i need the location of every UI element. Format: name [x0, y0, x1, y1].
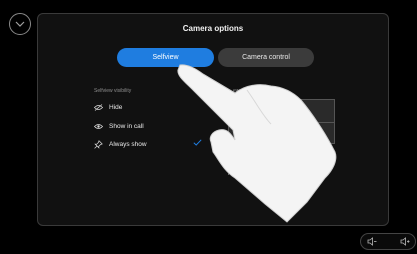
- volume-down-icon[interactable]: [367, 237, 377, 246]
- panel-title: Camera options: [182, 24, 244, 33]
- tab-camera-control[interactable]: Camera control: [218, 48, 314, 67]
- tab-selfview-label: Selfview: [152, 54, 179, 61]
- eye-icon: [94, 123, 103, 129]
- option-hide-label: Hide: [109, 103, 123, 111]
- back-button[interactable]: [9, 13, 31, 35]
- option-show-in-call-label: Show in call: [109, 122, 144, 130]
- option-show-in-call[interactable]: Show in call: [94, 121, 144, 131]
- volume-up-icon[interactable]: [400, 237, 410, 246]
- selfview-visibility-label: Selfview visibility: [94, 88, 132, 94]
- camera-options-panel: Camera options Selfview Camera control S…: [37, 13, 389, 226]
- option-always-show[interactable]: Always show: [94, 139, 147, 149]
- eye-off-icon: [94, 103, 103, 111]
- check-icon: [193, 139, 202, 146]
- position-option[interactable]: [228, 122, 335, 144]
- tab-camera-control-label: Camera control: [242, 54, 290, 61]
- fullscreen-label-partial: Fu: [228, 171, 234, 177]
- option-always-show-label: Always show: [109, 140, 147, 148]
- tab-selfview[interactable]: Selfview: [117, 48, 214, 67]
- position-option[interactable]: [263, 99, 335, 123]
- option-hide[interactable]: Hide: [94, 102, 122, 112]
- chevron-down-icon: [15, 21, 25, 27]
- selfview-position-label: ew po: [233, 88, 247, 94]
- volume-control[interactable]: [360, 233, 416, 250]
- pin-icon: [94, 139, 103, 149]
